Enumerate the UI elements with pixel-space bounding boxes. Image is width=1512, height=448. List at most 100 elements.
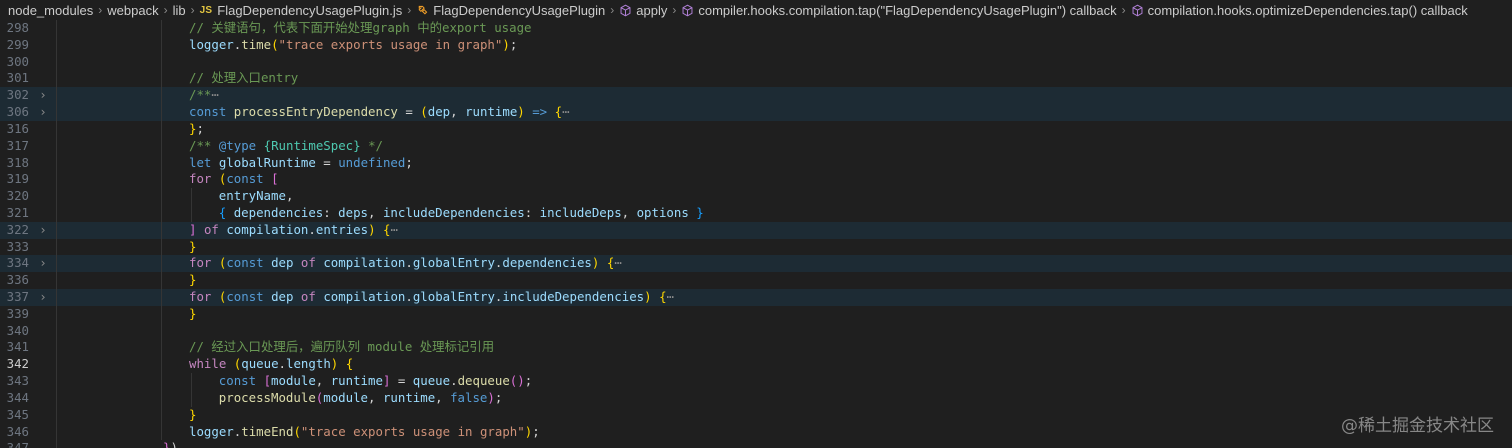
breadcrumb-label: compiler.hooks.compilation.tap("FlagDepe…: [698, 2, 1117, 18]
code-line[interactable]: 346 logger.timeEnd("trace exports usage i…: [0, 423, 1512, 441]
code-line[interactable]: 340: [0, 322, 1512, 340]
indent-guide: [56, 188, 57, 205]
code-line[interactable]: 347}): [0, 440, 1512, 448]
breadcrumb-label: webpack: [107, 2, 159, 18]
breadcrumb-item[interactable]: compilation.hooks.optimizeDependencies.t…: [1131, 3, 1468, 18]
indent-guide: [56, 423, 57, 441]
folded-ellipsis-icon[interactable]: ⋯: [562, 104, 569, 119]
fold-chevron-icon[interactable]: ›: [37, 222, 49, 239]
code-token: entryName: [218, 188, 286, 204]
code-line[interactable]: 318 let globalRuntime = undefined;: [0, 154, 1512, 172]
code-text: entryName,: [219, 188, 294, 205]
breadcrumb-item[interactable]: FlagDependencyUsagePlugin: [416, 3, 605, 18]
code-token: ;: [494, 389, 503, 405]
code-token: =: [390, 373, 413, 389]
indent-guide: [56, 104, 57, 121]
code-text: };: [189, 121, 204, 138]
code-line[interactable]: 334 › for (const dep of compilation.global…: [0, 255, 1512, 273]
code-line[interactable]: 298 // 关键语句，代表下面开始处理graph 中的export usage: [0, 20, 1512, 37]
folded-ellipsis-icon[interactable]: ⋯: [390, 222, 397, 237]
code-line[interactable]: 302 › /**⋯: [0, 87, 1512, 105]
line-number: 316: [6, 120, 29, 136]
breadcrumb-item[interactable]: JS FlagDependencyUsagePlugin.js: [200, 3, 403, 18]
code-line[interactable]: 321 { dependencies: deps, includeDependen…: [0, 204, 1512, 222]
indent-guide: [161, 204, 162, 222]
code-line[interactable]: 300: [0, 53, 1512, 71]
breadcrumb-item[interactable]: compiler.hooks.compilation.tap("FlagDepe…: [681, 2, 1117, 18]
folded-ellipsis-icon[interactable]: ⋯: [667, 289, 674, 304]
code-token: }: [189, 406, 197, 422]
code-line[interactable]: 345}: [0, 406, 1512, 424]
code-token: */: [360, 137, 383, 153]
code-line[interactable]: 317 /** @type {RuntimeSpec} */: [0, 137, 1512, 155]
indent-guide: [56, 70, 57, 88]
line-number: 320: [6, 188, 29, 204]
code-token: }: [189, 305, 197, 321]
code-token: {: [218, 204, 234, 220]
code-line[interactable]: 344 processModule(module, runtime, false)…: [0, 389, 1512, 407]
indent-guide: [190, 373, 192, 390]
code-line[interactable]: 316};: [0, 120, 1512, 138]
code-line[interactable]: 320 entryName,: [0, 188, 1512, 205]
breadcrumb-item[interactable]: apply: [619, 3, 667, 18]
indent-guide: [56, 373, 57, 390]
code-token: let: [189, 154, 219, 170]
code-text: { dependencies: deps, includeDependencie…: [219, 205, 704, 222]
chevron-right-icon: ›: [407, 3, 412, 17]
indent-guide: [56, 255, 57, 273]
code-token: ): [502, 36, 510, 52]
code-text: /**⋯: [189, 87, 219, 104]
code-token: =: [315, 154, 339, 170]
method-icon: [681, 4, 694, 17]
code-token: compilation: [323, 289, 406, 304]
indent-guide: [161, 423, 162, 441]
code-text: const processEntryDependency = (dep, run…: [189, 104, 570, 121]
code-text: processModule(module, runtime, false);: [219, 390, 503, 407]
code-line[interactable]: 336}: [0, 272, 1512, 289]
code-token: globalRuntime: [218, 154, 316, 170]
code-token: {: [659, 289, 667, 304]
code-editor[interactable]: 298// 关键语句，代表下面开始处理graph 中的export usage 2…: [0, 20, 1512, 448]
folded-ellipsis-icon[interactable]: ⋯: [614, 255, 621, 270]
code-token: .: [278, 356, 287, 372]
code-line[interactable]: 342 while (queue.length) {: [0, 356, 1512, 374]
line-number: 339: [6, 305, 29, 321]
fold-chevron-icon[interactable]: ›: [37, 104, 49, 121]
code-line[interactable]: 301 // 处理入口entry: [0, 70, 1512, 88]
indent-guide: [56, 289, 57, 306]
fold-chevron-icon[interactable]: ›: [37, 289, 49, 306]
class-icon: [416, 4, 429, 17]
indent-guide: [56, 272, 57, 289]
breadcrumb-item[interactable]: webpack: [107, 3, 158, 18]
code-token: ,: [285, 188, 294, 204]
breadcrumb-item[interactable]: node_modules: [8, 3, 93, 18]
fold-chevron-icon[interactable]: ›: [37, 255, 49, 272]
code-line[interactable]: 343 const [module, runtime] = queue.deque…: [0, 373, 1512, 390]
code-line[interactable]: 337 › for (const dep of compilation.global…: [0, 289, 1512, 306]
code-text: }: [189, 239, 196, 256]
code-token: ): [487, 389, 495, 405]
code-token: globalEntry: [412, 289, 495, 304]
code-token: "trace exports usage in graph": [300, 423, 525, 439]
code-line[interactable]: 333}: [0, 238, 1512, 256]
folded-ellipsis-icon[interactable]: ⋯: [211, 87, 218, 102]
breadcrumb-item[interactable]: lib: [173, 3, 186, 18]
indent-guide: [161, 20, 162, 37]
code-line[interactable]: 319 for (const [: [0, 171, 1512, 189]
indent-guide: [161, 171, 162, 189]
code-token: ,: [435, 389, 451, 405]
code-token: }: [688, 204, 704, 220]
code-token: }: [189, 238, 197, 254]
fold-chevron-icon[interactable]: ›: [37, 87, 49, 104]
code-line[interactable]: 299 logger.time("trace exports usage in g…: [0, 36, 1512, 54]
code-line[interactable]: 322 ›] of compilation.entries) {⋯: [0, 221, 1512, 239]
line-number: 342: [6, 356, 29, 372]
code-line[interactable]: 339}: [0, 305, 1512, 323]
code-line[interactable]: 306 › const processEntryDependency = (dep,…: [0, 104, 1512, 121]
indent-guide: [161, 389, 162, 407]
code-line[interactable]: 341 // 经过入口处理后，遍历队列 module 处理标记引用: [0, 339, 1512, 357]
indent-guide: [161, 339, 162, 357]
code-token: ,: [315, 373, 331, 389]
